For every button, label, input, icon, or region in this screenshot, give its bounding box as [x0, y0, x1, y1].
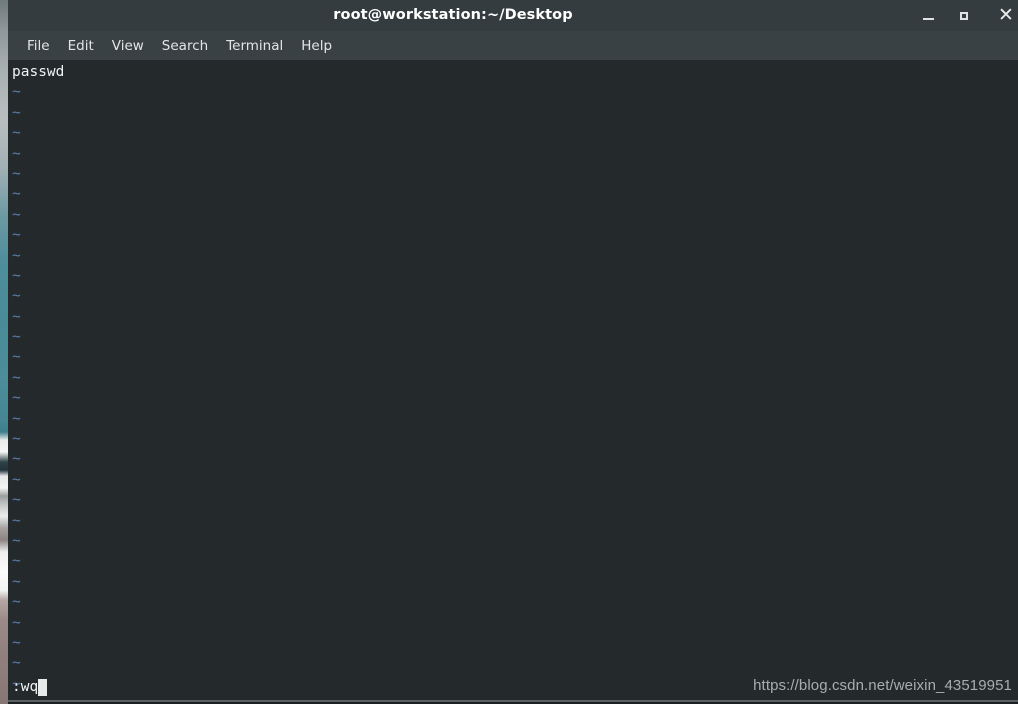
vim-empty-line: ~ — [12, 84, 21, 101]
vim-command-text: :wq — [12, 679, 39, 695]
vim-empty-line: ~ — [12, 329, 21, 346]
vim-empty-line: ~ — [12, 532, 21, 549]
terminal-screen[interactable]: passwd ~ ~ ~ ~ ~ ~ ~ ~ ~ ~ ~ ~ ~ ~ ~ ~ ~ ~ ~ ~ ~ ~ ~ ~ ~ ~ ~ ~ ~ ~ :w… — [8, 60, 1018, 702]
menu-item-file[interactable]: File — [18, 35, 59, 57]
text-cursor — [38, 678, 48, 696]
vim-empty-line: ~ — [12, 594, 21, 611]
window-title: root@workstation:~/Desktop — [333, 7, 573, 23]
vim-empty-line: ~ — [12, 614, 21, 631]
vim-empty-line: ~ — [12, 410, 21, 427]
vim-empty-line: ~ — [12, 512, 21, 529]
vim-buffer: passwd ~ ~ ~ ~ ~ ~ ~ ~ ~ ~ ~ ~ ~ ~ ~ ~ ~ ~ ~ ~ ~ ~ ~ ~ ~ ~ ~ ~ ~ ~ — [8, 60, 1018, 694]
vim-empty-line: ~ — [12, 308, 21, 325]
vim-empty-line: ~ — [12, 247, 21, 264]
menu-item-help[interactable]: Help — [292, 35, 341, 57]
vim-empty-line: ~ — [12, 390, 21, 407]
menu-item-terminal[interactable]: Terminal — [217, 35, 292, 57]
vim-empty-line: ~ — [12, 634, 21, 651]
maximize-button[interactable] — [946, 0, 982, 31]
vim-empty-line: ~ — [12, 288, 21, 305]
maximize-icon — [960, 11, 968, 20]
menu-item-search[interactable]: Search — [153, 35, 217, 57]
vim-empty-line: ~ — [12, 369, 21, 386]
vim-empty-line: ~ — [12, 553, 21, 570]
vim-empty-line: ~ — [12, 451, 21, 468]
vim-empty-line: ~ — [12, 125, 21, 142]
title-bar[interactable]: root@workstation:~/Desktop ✕ — [8, 0, 1018, 31]
vim-empty-line: ~ — [12, 349, 21, 366]
vim-empty-line: ~ — [12, 573, 21, 590]
vim-empty-line: ~ — [12, 431, 21, 448]
menu-item-edit[interactable]: Edit — [59, 35, 103, 57]
vim-empty-line: ~ — [12, 227, 21, 244]
close-button[interactable]: ✕ — [982, 0, 1018, 31]
vim-empty-line: ~ — [12, 145, 21, 162]
minimize-button[interactable] — [910, 0, 946, 31]
terminal-window: root@workstation:~/Desktop ✕ File Edit V… — [8, 0, 1018, 702]
vim-empty-line: ~ — [12, 655, 21, 672]
menu-item-view[interactable]: View — [103, 35, 153, 57]
menu-bar: File Edit View Search Terminal Help — [8, 31, 1018, 60]
window-controls: ✕ — [910, 0, 1018, 31]
vim-empty-line: ~ — [12, 471, 21, 488]
close-icon: ✕ — [998, 4, 1014, 26]
desktop-wallpaper-strip — [0, 0, 8, 704]
vim-first-line: passwd — [12, 64, 65, 80]
vim-empty-line: ~ — [12, 104, 21, 121]
minimize-icon — [922, 18, 934, 20]
vim-empty-line: ~ — [12, 165, 21, 182]
vim-empty-line: ~ — [12, 206, 21, 223]
vim-empty-line: ~ — [12, 492, 21, 509]
vim-empty-line: ~ — [12, 186, 21, 203]
vim-empty-line: ~ — [12, 267, 21, 284]
watermark-url: https://blog.csdn.net/weixin_43519951 — [753, 677, 1012, 694]
